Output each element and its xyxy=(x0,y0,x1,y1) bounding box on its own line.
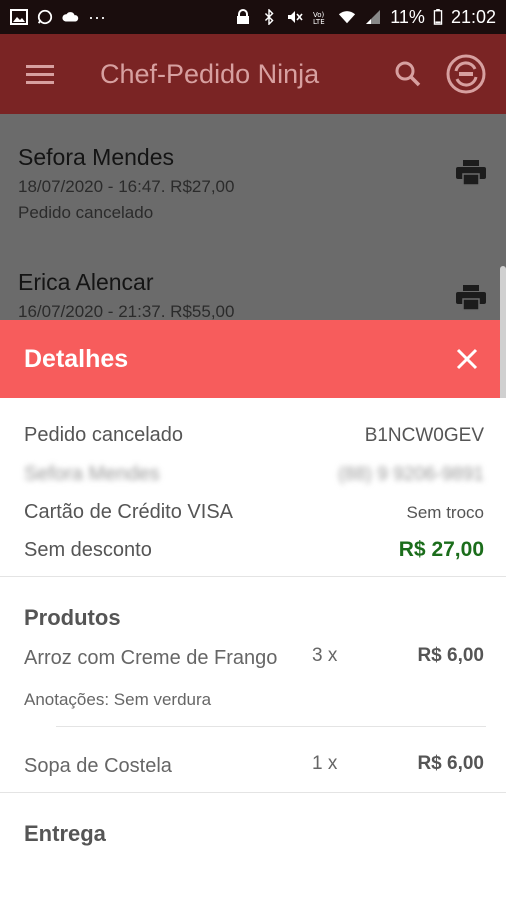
change-info: Sem troco xyxy=(406,502,484,522)
svg-text:LTE: LTE xyxy=(313,18,325,25)
hamburger-icon xyxy=(26,65,54,84)
product-name: Arroz com Creme de Frango xyxy=(24,647,278,669)
details-title: Detalhes xyxy=(24,344,129,373)
discount-label: Sem desconto xyxy=(24,538,152,561)
cloud-icon xyxy=(62,12,79,22)
image-icon xyxy=(10,9,28,25)
clock: 21:02 xyxy=(450,6,496,27)
order-status-label: Pedido cancelado xyxy=(24,424,184,446)
mute-icon xyxy=(288,11,303,23)
product-item: Arroz com Creme de Frango 3 x R$ 6,00 xyxy=(0,631,506,672)
orders-list: Sefora Mendes 18/07/2020 - 16:47. R$27,0… xyxy=(0,114,506,320)
close-button[interactable] xyxy=(452,344,482,374)
total-row: Sem desconto R$ 27,00 xyxy=(0,524,506,576)
order-total: R$ 27,00 xyxy=(398,538,484,561)
customer-phone: (88) 9 9206-9891 xyxy=(338,463,484,485)
app-title: Chef-Pedido Ninja xyxy=(100,58,320,89)
payment-method: Cartão de Crédito VISA xyxy=(24,501,233,523)
lock-icon xyxy=(237,9,250,24)
search-icon xyxy=(395,61,421,87)
printer-icon xyxy=(456,160,486,186)
products-section-title: Produtos xyxy=(24,605,121,630)
order-status: Pedido cancelado xyxy=(18,203,154,222)
order-status-row: Pedido cancelado B1NCW0GEV xyxy=(0,398,506,447)
sync-button[interactable] xyxy=(444,52,488,96)
app-bar: Chef-Pedido Ninja xyxy=(0,34,506,114)
more-notifications: ··· xyxy=(88,6,106,27)
order-item[interactable]: Sefora Mendes 18/07/2020 - 16:47. R$27,0… xyxy=(0,114,506,239)
close-icon xyxy=(456,348,478,370)
customer-name: Sefora Mendes xyxy=(24,463,160,485)
bluetooth-icon xyxy=(265,9,274,25)
search-button[interactable] xyxy=(386,52,430,96)
printer-icon xyxy=(456,285,486,311)
product-price: R$ 6,00 xyxy=(417,753,484,774)
whatsapp-icon xyxy=(37,9,53,25)
product-quantity: 3 x xyxy=(312,645,338,666)
details-sheet-header: Detalhes xyxy=(0,320,506,398)
product-name: Sopa de Costela xyxy=(24,755,172,777)
delivery-section-title: Entrega xyxy=(24,821,106,846)
battery-icon xyxy=(433,9,443,25)
wifi-icon xyxy=(339,11,356,24)
product-price: R$ 6,00 xyxy=(417,645,484,666)
volte-icon: Vo)LTE xyxy=(313,11,325,25)
print-button[interactable] xyxy=(456,285,486,316)
status-right: Vo) LTE 11% 21:02 xyxy=(234,7,496,28)
status-left: ··· xyxy=(10,7,106,28)
order-code: B1NCW0GEV xyxy=(364,424,484,446)
order-item[interactable]: Erica Alencar 16/07/2020 - 21:37. R$55,0… xyxy=(0,239,506,320)
order-datetime-total: 16/07/2020 - 21:37. R$55,00 xyxy=(18,302,235,320)
product-note: Anotações: Sem verdura xyxy=(24,690,212,709)
customer-row: Sefora Mendes (88) 9 9206-9891 xyxy=(0,447,506,486)
product-item: Sopa de Costela 1 x R$ 6,00 xyxy=(0,727,506,792)
order-customer-name: Erica Alencar xyxy=(18,269,154,295)
status-bar: ··· Vo) LTE 11% 21:02 xyxy=(0,0,506,34)
product-quantity: 1 x xyxy=(312,753,338,774)
order-datetime-total: 18/07/2020 - 16:47. R$27,00 xyxy=(18,177,235,196)
menu-button[interactable] xyxy=(18,52,62,96)
signal-icon xyxy=(366,10,381,24)
order-customer-name: Sefora Mendes xyxy=(18,144,174,170)
print-button[interactable] xyxy=(456,160,486,191)
battery-level: 11% xyxy=(390,6,425,27)
details-sheet: Pedido cancelado B1NCW0GEV Sefora Mendes… xyxy=(0,398,506,900)
payment-row: Cartão de Crédito VISA Sem troco xyxy=(0,486,506,524)
sync-icon xyxy=(446,54,486,94)
